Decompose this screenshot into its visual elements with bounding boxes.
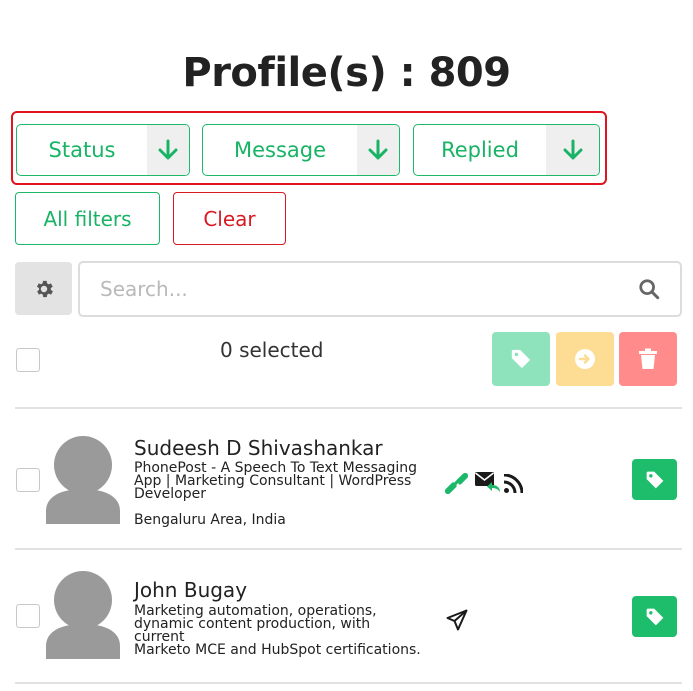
envelope-reply-icon[interactable]	[474, 471, 502, 493]
tag-icon	[646, 608, 663, 625]
page-title: Profile(s) : 809	[182, 50, 511, 96]
selected-count: 0 selected	[220, 338, 324, 362]
profile-headline: Marketing automation, operations, dynami…	[134, 604, 424, 658]
clear-button[interactable]: Clear	[173, 192, 286, 245]
replied-filter-label: Replied	[441, 138, 519, 162]
link-icon[interactable]	[445, 473, 468, 494]
profile-checkbox[interactable]	[16, 468, 40, 492]
search-bar	[78, 261, 682, 317]
bulk-delete-button[interactable]	[619, 332, 677, 386]
gear-icon	[36, 280, 53, 297]
avatar[interactable]	[46, 571, 120, 659]
avatar[interactable]	[46, 436, 120, 524]
rss-icon[interactable]	[503, 474, 523, 494]
profile-headline: PhonePost - A Speech To Text Messaging A…	[134, 461, 424, 502]
divider	[15, 407, 682, 409]
bulk-tag-button[interactable]	[492, 332, 550, 386]
divider	[15, 682, 682, 684]
tag-icon	[511, 349, 531, 369]
settings-button[interactable]	[15, 262, 72, 315]
status-filter-label: Status	[48, 138, 116, 162]
tag-icon	[646, 471, 663, 488]
profile-tag-button[interactable]	[632, 596, 677, 637]
status-filter-dropdown[interactable]: Status	[16, 124, 190, 176]
arrow-circle-right-icon	[575, 349, 595, 369]
arrow-down-icon[interactable]	[546, 125, 599, 175]
profile-name[interactable]: John Bugay	[134, 578, 247, 602]
replied-filter-dropdown[interactable]: Replied	[413, 124, 600, 176]
message-filter-dropdown[interactable]: Message	[202, 124, 400, 176]
trash-icon	[639, 348, 657, 369]
all-filters-button[interactable]: All filters	[15, 192, 160, 245]
headline-line: Marketo MCE and HubSpot certifications.	[134, 642, 421, 658]
profile-name[interactable]: Sudeesh D Shivashankar	[134, 436, 383, 460]
profile-checkbox[interactable]	[16, 604, 40, 628]
message-filter-label: Message	[233, 138, 327, 162]
divider	[15, 548, 682, 550]
profile-tag-button[interactable]	[632, 459, 677, 500]
select-all-checkbox[interactable]	[16, 348, 40, 372]
search-icon[interactable]	[638, 278, 660, 300]
search-input[interactable]	[100, 277, 638, 301]
headline-line: dynamic content production, with current	[134, 616, 371, 645]
paper-plane-icon[interactable]	[446, 609, 468, 631]
bulk-forward-button[interactable]	[556, 332, 614, 386]
profile-location: Bengaluru Area, India	[134, 512, 286, 528]
arrow-down-icon[interactable]	[357, 125, 399, 175]
headline-line: Developer	[134, 486, 207, 502]
arrow-down-icon[interactable]	[147, 125, 189, 175]
